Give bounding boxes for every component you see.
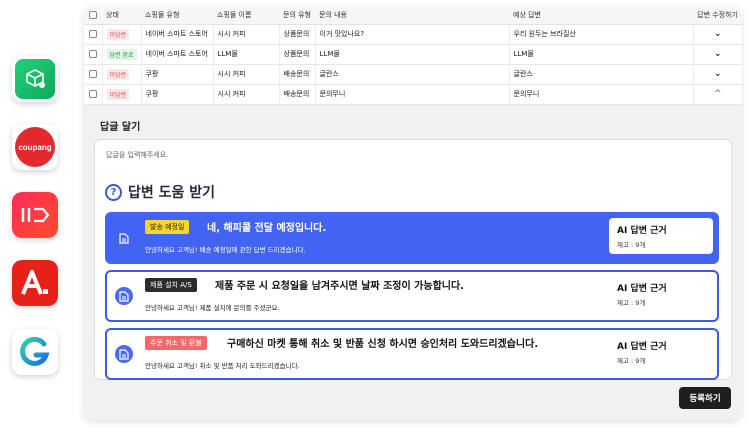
status-badge: 미답변 — [106, 88, 130, 100]
row-checkbox[interactable] — [84, 24, 102, 45]
col-inquiry-type: 문의 유형 — [279, 6, 315, 25]
content-cell: 문의무니 — [314, 84, 509, 105]
inquiry-type-cell: 상품문의 — [278, 44, 315, 65]
chevron-down-icon: ⌄ — [714, 69, 722, 79]
11st-app-icon[interactable] — [12, 192, 58, 238]
document-icon — [115, 345, 133, 363]
status-badge: 답변 완료 — [106, 48, 137, 60]
answer-body: 안녕하세요 고객님! 배송 예정일에 관한 답변 드리겠습니다. — [145, 246, 306, 254]
col-edit: 답변 수정하기 — [693, 6, 742, 25]
document-icon — [115, 229, 133, 247]
answer-headline: 네, 해피콜 전달 예정입니다. — [207, 223, 327, 234]
mall-type-cell: 쿠팡 — [140, 64, 213, 85]
inquiry-type-cell: 배송문의 — [278, 84, 315, 105]
chevron-down-icon: ⌄ — [714, 49, 722, 59]
table-row[interactable]: 답변 완료 네이버 스마트 스토어 LLM몰 상품문의 LLM몰 LLM몰 ⌄ — [84, 44, 742, 65]
mall-name-cell: LLM몰 — [212, 44, 279, 65]
table-header-row: 상태 쇼핑몰 유형 쇼핑몰 이름 문의 유형 문의 내용 예상 답변 답변 수정… — [84, 6, 742, 25]
answer-category-tag: 제품 설치 A/S — [145, 278, 197, 292]
answer-help-header: ? 답변 도움 받기 — [105, 182, 215, 202]
expand-toggle[interactable]: ⌄ — [692, 44, 742, 65]
answer-headline: 구매하신 마켓 통해 취소 및 반품 신청 하시면 승인처리 도와드리겠습니다. — [227, 339, 539, 350]
col-expected: 예상 답변 — [509, 6, 694, 25]
answer-body: 안녕하세요 고객님! 취소 및 반품 처리 도와드리겠습니다. — [145, 362, 300, 370]
ai-basis-stock: 재고 : 9개 — [617, 241, 646, 249]
ai-basis-box: AI 답변 근거 재고 : 9개 — [609, 334, 713, 370]
mall-name-cell: 시시 커피 — [212, 84, 279, 105]
ai-basis-title: AI 답변 근거 — [617, 226, 667, 236]
suggested-answer-card[interactable]: 제품 설치 A/S 제품 주문 시 요청일을 남겨주시면 날짜 조정이 가능합니… — [105, 270, 719, 322]
gmarket-app-icon[interactable] — [12, 329, 58, 375]
chevron-up-icon: ^ — [714, 89, 722, 99]
mall-name-cell: 시시 커피 — [212, 24, 279, 45]
answer-body: 안녕하세요 고객님! 제품 설치에 문의를 주셨군요. — [145, 304, 280, 312]
row-checkbox[interactable] — [84, 64, 102, 85]
col-mall-type: 쇼핑몰 유형 — [141, 6, 213, 25]
expand-toggle[interactable]: ⌄ — [692, 64, 742, 85]
auction-app-icon[interactable] — [12, 260, 58, 306]
content-cell: 글란스 — [314, 64, 509, 85]
ai-basis-title: AI 답변 근거 — [617, 342, 667, 352]
ai-basis-title: AI 답변 근거 — [617, 284, 667, 294]
collapse-toggle[interactable]: ^ — [692, 84, 742, 105]
11st-logo-icon — [21, 207, 50, 223]
suggested-answer-card[interactable]: 주문 취소 및 환불 구매하신 마켓 통해 취소 및 반품 신청 하시면 승인처… — [105, 328, 719, 380]
gmarket-logo-icon — [20, 336, 50, 366]
inquiry-type-cell: 상품문의 — [278, 24, 315, 45]
col-status: 상태 — [102, 6, 141, 25]
table-row[interactable]: 미답변 쿠팡 시시 커피 배송문의 글란스 글란스 ⌄ — [84, 64, 742, 85]
auction-logo-icon — [21, 270, 48, 295]
select-all-checkbox[interactable] — [84, 6, 102, 25]
smartstore-app-icon[interactable] — [12, 56, 58, 102]
mall-type-cell: 네이버 스마트 스토어 — [140, 44, 213, 65]
answer-category-tag: 주문 취소 및 환불 — [145, 336, 207, 350]
answer-headline: 제품 주문 시 요청일을 남겨주시면 날짜 조정이 가능합니다. — [215, 281, 464, 292]
smartstore-icon — [26, 69, 45, 88]
inquiry-type-cell: 배송문의 — [278, 64, 315, 85]
ai-basis-stock: 재고 : 9개 — [617, 357, 646, 365]
marketplace-app-list: coupang — [0, 0, 72, 428]
content-cell: 이거 맛있나요? — [314, 24, 509, 45]
content-cell: LLM몰 — [314, 44, 509, 65]
mall-type-cell: 쿠팡 — [140, 84, 213, 105]
expected-cell: LLM몰 — [508, 44, 694, 65]
ai-basis-box: AI 답변 근거 재고 : 9개 — [609, 218, 713, 254]
submit-button[interactable]: 등록하기 — [679, 387, 731, 409]
mall-name-cell: 시시 커피 — [212, 64, 279, 85]
col-mall-name: 쇼핑몰 이름 — [213, 6, 279, 25]
reply-placeholder: 답글을 입력해주세요. — [106, 151, 169, 159]
document-icon — [115, 287, 133, 305]
expected-cell: 글란스 — [508, 64, 694, 85]
coupang-app-icon[interactable]: coupang — [12, 124, 58, 170]
expected-cell: 우리 원두는 브라질산 — [508, 24, 694, 45]
reply-section-title: 답글 달기 — [100, 122, 141, 133]
coupang-logo-label: coupang — [18, 142, 52, 152]
suggested-answer-card[interactable]: 발송 예정일 네, 해피콜 전달 예정입니다. 안녕하세요 고객님! 배송 예정… — [105, 212, 719, 264]
row-checkbox[interactable] — [84, 44, 102, 65]
table-row[interactable]: 미답변 네이버 스마트 스토어 시시 커피 상품문의 이거 맛있나요? 우리 원… — [84, 24, 742, 45]
expand-toggle[interactable]: ⌄ — [692, 24, 742, 45]
reply-input-area[interactable]: 답글을 입력해주세요. ? 답변 도움 받기 발송 예정일 네, 해피콜 전달 … — [94, 139, 732, 380]
chevron-down-icon: ⌄ — [714, 29, 722, 39]
mall-type-cell: 네이버 스마트 스토어 — [140, 24, 213, 45]
ai-basis-stock: 재고 : 9개 — [617, 299, 646, 307]
expected-cell: 문의무니 — [508, 84, 694, 105]
status-badge: 미답변 — [106, 28, 130, 40]
ai-basis-box: AI 답변 근거 재고 : 9개 — [609, 276, 713, 312]
answer-category-tag: 발송 예정일 — [145, 220, 190, 234]
row-checkbox[interactable] — [84, 84, 102, 105]
inquiry-table: 상태 쇼핑몰 유형 쇼핑몰 이름 문의 유형 문의 내용 예상 답변 답변 수정… — [84, 6, 742, 105]
col-content: 문의 내용 — [315, 6, 509, 25]
inquiry-panel: 상태 쇼핑몰 유형 쇼핑몰 이름 문의 유형 문의 내용 예상 답변 답변 수정… — [84, 6, 742, 420]
table-row[interactable]: 미답변 쿠팡 시시 커피 배송문의 문의무니 문의무니 ^ — [84, 84, 742, 105]
answer-help-title: 답변 도움 받기 — [128, 185, 216, 201]
question-icon: ? — [105, 183, 122, 201]
status-badge: 미답변 — [106, 68, 130, 80]
